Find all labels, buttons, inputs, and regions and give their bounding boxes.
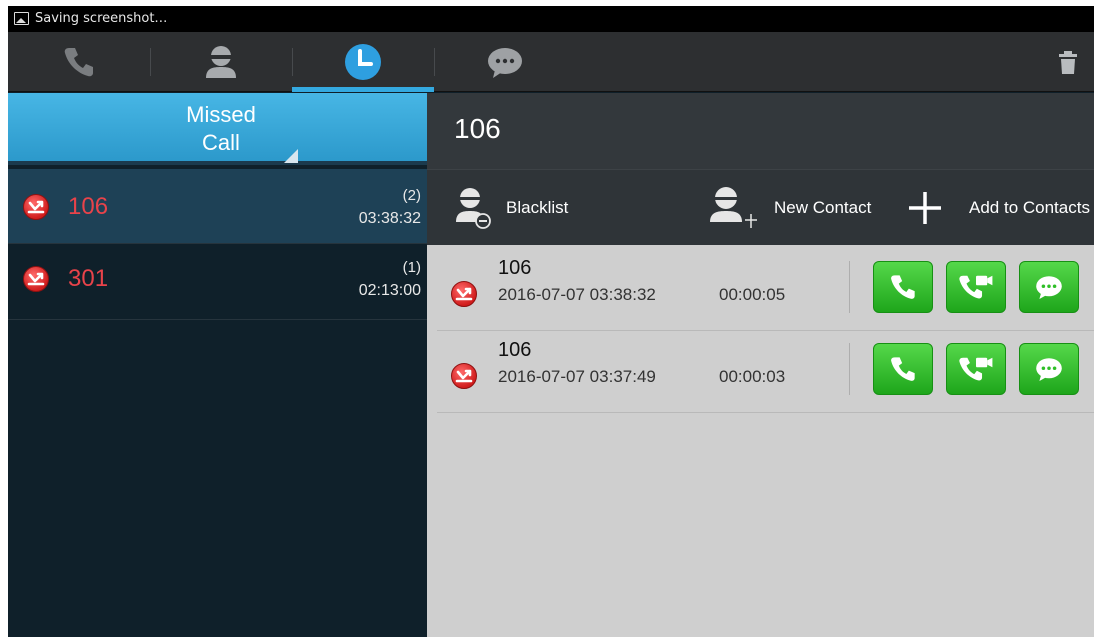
phone-icon	[891, 357, 915, 381]
log-number: 106	[498, 257, 532, 279]
status-bar: Saving screenshot…	[8, 6, 1094, 32]
call-log-row: 106 2016-07-07 03:38:32 00:00:05	[437, 249, 1094, 331]
log-duration: 00:00:05	[719, 285, 786, 304]
tab-dialer[interactable]	[8, 32, 150, 92]
phone-icon	[64, 48, 93, 77]
missed-call-icon	[23, 266, 49, 292]
add-to-contacts-label: Add to Contacts	[969, 198, 1090, 217]
image-icon	[14, 12, 29, 25]
plus-icon	[909, 192, 941, 224]
detail-title: 106	[454, 113, 501, 144]
dropdown-corner-icon	[284, 149, 298, 163]
call-number: 301	[68, 265, 109, 292]
tab-contacts[interactable]	[150, 32, 292, 92]
new-contact-label: New Contact	[774, 198, 872, 217]
message-button[interactable]	[1019, 343, 1079, 395]
call-list-item[interactable]: 301 (1) 02:13:00	[8, 245, 427, 320]
call-list-pane: Missed Call 106 (2) 03:38:32 301 (1) 02:…	[8, 93, 427, 637]
person-icon	[206, 46, 236, 78]
blacklist-button[interactable]: Blacklist	[454, 170, 568, 246]
filter-dropdown[interactable]: Missed Call	[8, 93, 427, 165]
action-bar: Blacklist New Contact Add to Contacts	[427, 169, 1094, 245]
add-to-contacts-button[interactable]: Add to Contacts	[905, 170, 1090, 246]
video-call-button[interactable]	[946, 343, 1006, 395]
new-contact-icon	[710, 187, 757, 228]
tab-bar	[8, 32, 1094, 92]
log-datetime: 2016-07-07 03:38:32	[498, 285, 656, 304]
message-button[interactable]	[1019, 261, 1079, 313]
call-detail-pane: 106 Blacklist New Contact Add to Contact…	[427, 93, 1094, 637]
missed-call-icon	[23, 194, 49, 220]
call-time: 03:38:32	[358, 210, 421, 227]
detail-header: 106	[427, 93, 1094, 169]
missed-call-icon	[451, 281, 477, 307]
divider	[849, 343, 850, 395]
trash-icon	[1059, 51, 1077, 74]
missed-call-icon	[451, 363, 477, 389]
screen: Saving screenshot… Missed Call 106 (2) 0…	[8, 6, 1094, 637]
log-duration: 00:00:03	[719, 367, 786, 386]
video-call-button[interactable]	[946, 261, 1006, 313]
log-datetime: 2016-07-07 03:37:49	[498, 367, 656, 386]
filter-label: Missed Call	[186, 102, 256, 155]
phone-icon	[891, 275, 915, 299]
delete-button[interactable]	[1056, 50, 1080, 76]
blacklist-label: Blacklist	[506, 198, 569, 217]
call-count: (1)	[402, 259, 421, 276]
log-number: 106	[498, 339, 532, 361]
new-contact-button[interactable]: New Contact	[708, 170, 871, 246]
tab-call-history[interactable]	[292, 32, 434, 92]
chat-icon	[488, 48, 522, 78]
call-list-item[interactable]: 106 (2) 03:38:32	[8, 169, 427, 244]
video-call-icon	[959, 275, 993, 299]
call-count: (2)	[402, 187, 421, 204]
call-time: 02:13:00	[358, 282, 421, 299]
call-button[interactable]	[873, 261, 933, 313]
call-button[interactable]	[873, 343, 933, 395]
tab-messages[interactable]	[434, 32, 576, 92]
call-number: 106	[68, 193, 109, 220]
blacklist-icon	[456, 188, 491, 229]
divider	[849, 261, 850, 313]
clock-icon	[345, 44, 381, 80]
chat-icon	[1036, 276, 1062, 299]
chat-icon	[1036, 358, 1062, 381]
status-text: Saving screenshot…	[35, 11, 168, 26]
video-call-icon	[959, 357, 993, 381]
call-log-row: 106 2016-07-07 03:37:49 00:00:03	[437, 331, 1094, 413]
